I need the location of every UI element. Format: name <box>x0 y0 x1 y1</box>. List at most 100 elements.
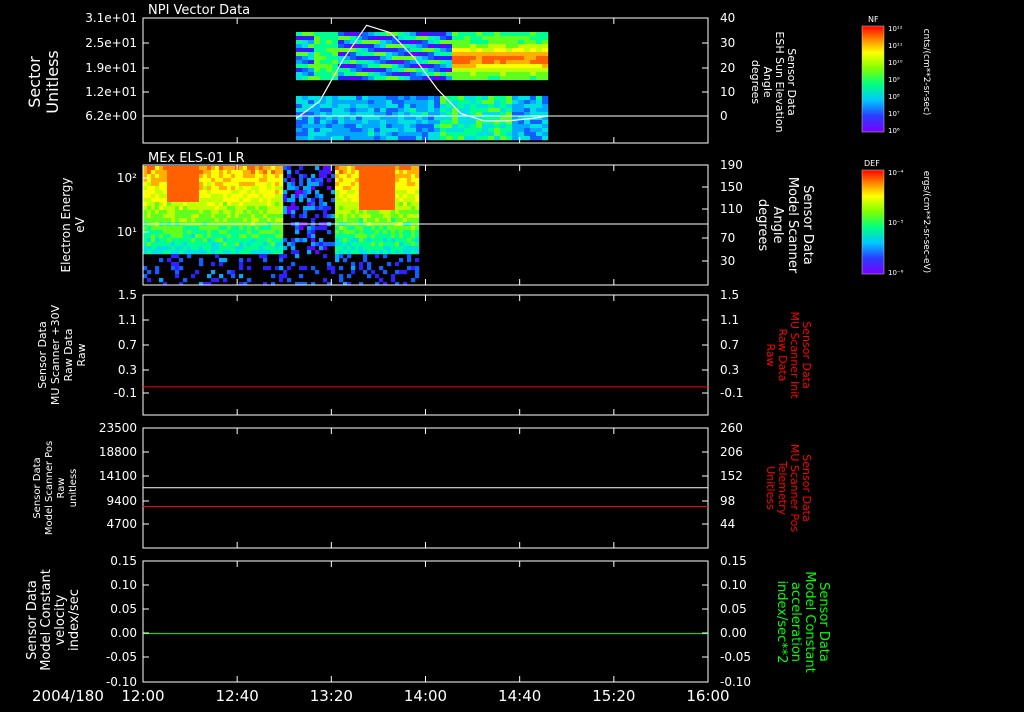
heatmap-cell <box>307 206 312 211</box>
heatmap-cell <box>542 108 549 113</box>
heatmap-cell <box>464 40 471 45</box>
heatmap-cell <box>219 166 224 171</box>
heatmap-cell <box>251 198 256 203</box>
heatmap-cell <box>398 124 405 129</box>
heatmap-cell <box>191 234 196 239</box>
heatmap-cell <box>383 282 388 285</box>
heatmap-cell <box>350 96 357 101</box>
heatmap-cell <box>375 214 380 219</box>
heatmap-cell <box>299 194 304 199</box>
heatmap-cell <box>283 246 288 251</box>
heatmap-cell <box>219 230 224 235</box>
heatmap-cell <box>287 186 292 191</box>
heatmap-cell <box>512 100 519 105</box>
heatmap-cell <box>219 262 224 267</box>
heatmap-cell <box>422 104 429 109</box>
heatmap-cell <box>500 136 507 141</box>
heatmap-cell <box>415 190 420 195</box>
heatmap-cell <box>203 206 208 211</box>
heatmap-cell <box>327 206 332 211</box>
heatmap-cell <box>407 234 412 239</box>
panel-frame <box>142 294 709 416</box>
heatmap-cell <box>155 194 160 199</box>
heatmap-cell <box>536 64 543 69</box>
heatmap-cell <box>415 174 420 179</box>
y2tick-label: 44 <box>720 517 735 531</box>
heatmap-cell <box>512 108 519 113</box>
heatmap-cell <box>367 230 372 235</box>
heatmap-cell <box>331 266 336 271</box>
heatmap-cell <box>530 72 537 77</box>
heatmap-cell <box>379 246 384 251</box>
heatmap-cell <box>227 218 232 223</box>
heatmap-cell <box>296 32 303 37</box>
heatmap-cell <box>383 254 388 259</box>
heatmap-cell <box>347 194 352 199</box>
heatmap-cell <box>518 56 525 61</box>
heatmap-cell <box>327 170 332 175</box>
heatmap-cell <box>338 96 345 101</box>
heatmap-cell <box>387 202 392 207</box>
heatmap-cell <box>175 226 180 231</box>
heatmap-cell <box>175 202 180 207</box>
heatmap-cell <box>251 166 256 171</box>
heatmap-cell <box>512 56 519 61</box>
heatmap-cell <box>476 104 483 109</box>
heatmap-cell <box>207 210 212 215</box>
heatmap-cell <box>295 206 300 211</box>
heatmap-cell <box>392 44 399 49</box>
heatmap-cell <box>191 194 196 199</box>
heatmap-cell <box>464 124 471 129</box>
heatmap-cell <box>239 194 244 199</box>
heatmap-cell <box>271 214 276 219</box>
heatmap-cell <box>379 230 384 235</box>
heatmap-cell <box>344 108 351 113</box>
heatmap-cell <box>296 104 303 109</box>
heatmap-cell <box>175 238 180 243</box>
heatmap-cell <box>231 194 236 199</box>
heatmap-cell <box>482 56 489 61</box>
heatmap-cell <box>383 234 388 239</box>
heatmap-cell <box>147 246 152 251</box>
heatmap-cell <box>191 186 196 191</box>
heatmap-cell <box>267 194 272 199</box>
heatmap-cell <box>239 210 244 215</box>
heatmap-cell <box>303 194 308 199</box>
heatmap-cell <box>359 174 364 179</box>
heatmap-cell <box>476 128 483 133</box>
heatmap-cell <box>335 206 340 211</box>
heatmap-cell <box>404 108 411 113</box>
heatmap-cell <box>359 250 364 255</box>
heatmap-cell <box>159 238 164 243</box>
heatmap-cell <box>476 136 483 141</box>
heatmap-cell <box>386 104 393 109</box>
heatmap-cell <box>379 206 384 211</box>
heatmap-cell <box>211 234 216 239</box>
heatmap-cell <box>446 120 453 125</box>
heatmap-cell <box>175 186 180 191</box>
heatmap-cell <box>380 96 387 101</box>
heatmap-cell <box>243 250 248 255</box>
heatmap-cell <box>536 72 543 77</box>
heatmap-cell <box>323 174 328 179</box>
heatmap-cell <box>259 210 264 215</box>
heatmap-cell <box>387 242 392 247</box>
heatmap-cell <box>440 36 447 41</box>
heatmap-cell <box>536 132 543 137</box>
heatmap-cell <box>239 230 244 235</box>
heatmap-cell <box>227 234 232 239</box>
heatmap-cell <box>267 230 272 235</box>
y2label-line-3: acceleration <box>788 582 803 662</box>
heatmap-cell <box>231 178 236 183</box>
heatmap-cell <box>296 52 303 57</box>
heatmap-cell <box>332 120 339 125</box>
heatmap-cell <box>470 64 477 69</box>
heatmap-cell <box>215 234 220 239</box>
heatmap-cell <box>326 96 333 101</box>
heatmap-cell <box>440 104 447 109</box>
time-tick-label: 16:00 <box>686 687 729 705</box>
heatmap-cell <box>219 202 224 207</box>
heatmap-cell <box>343 190 348 195</box>
heatmap-cell <box>275 198 280 203</box>
heatmap-cell <box>267 238 272 243</box>
